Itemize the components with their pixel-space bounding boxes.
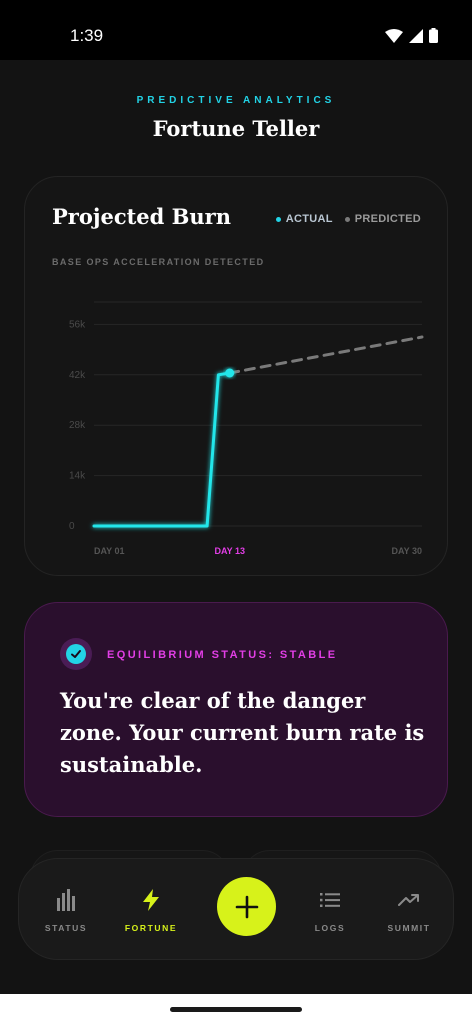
burn-chart: 0 14k 28k 42k 56k DAY 01 DAY 13 DAY 30: [69, 301, 424, 556]
series-line-predicted: [228, 335, 424, 375]
nav-label-logs: LOGS: [314, 923, 346, 933]
status-message: You're clear of the danger zone. Your cu…: [60, 688, 425, 777]
nav-item-fortune[interactable]: FORTUNE: [116, 887, 186, 933]
nav-item-status[interactable]: STATUS: [31, 887, 101, 933]
home-indicator[interactable]: [170, 1007, 302, 1012]
check-badge: [60, 638, 92, 670]
lightning-icon: [116, 887, 186, 913]
status-label: EQUILIBRIUM STATUS: STABLE: [107, 649, 338, 661]
nav-item-logs[interactable]: LOGS: [295, 887, 365, 933]
equilibrium-status-card: EQUILIBRIUM STATUS: STABLE You're clear …: [24, 602, 448, 817]
plus-icon: [235, 895, 258, 918]
nav-label-status: STATUS: [44, 923, 88, 933]
bottom-navigation: STATUS FORTUNE LOGS SUMMIT: [18, 858, 454, 960]
check-icon: [66, 644, 86, 664]
app-screen: PREDICTIVE ANALYTICS Fortune Teller Proj…: [0, 60, 472, 994]
battery-icon: [429, 28, 438, 43]
status-time: 1:39: [70, 26, 104, 45]
nav-item-summit[interactable]: SUMMIT: [374, 887, 444, 933]
trending-up-icon: [374, 887, 444, 913]
status-icons: [385, 28, 438, 43]
y-tick-label: 56k: [69, 319, 86, 330]
list-icon: [295, 887, 365, 913]
system-navigation-bar: [0, 994, 472, 1024]
x-tick-label: DAY 13: [214, 546, 245, 556]
y-tick-label: 42k: [69, 370, 86, 381]
page-title: Fortune Teller: [152, 116, 320, 141]
projected-burn-card: Projected Burn ACTUAL PREDICTED BASE OPS…: [24, 176, 448, 576]
y-tick-label: 28k: [69, 420, 86, 431]
current-point-marker: [225, 368, 235, 378]
x-tick-label: DAY 30: [391, 546, 422, 556]
wifi-icon: [385, 28, 403, 43]
page-eyebrow: PREDICTIVE ANALYTICS: [136, 95, 336, 106]
nav-label-fortune: FORTUNE: [124, 923, 178, 933]
nav-label-summit: SUMMIT: [387, 923, 431, 933]
add-button[interactable]: [217, 877, 276, 936]
system-status-bar: 1:39: [0, 0, 472, 60]
y-tick-label: 14k: [69, 471, 86, 482]
cellular-signal-icon: [409, 28, 423, 43]
bar-chart-icon: [31, 887, 101, 913]
x-tick-label: DAY 01: [94, 546, 125, 556]
y-tick-label: 0: [69, 521, 75, 532]
series-line-actual: [92, 371, 232, 528]
